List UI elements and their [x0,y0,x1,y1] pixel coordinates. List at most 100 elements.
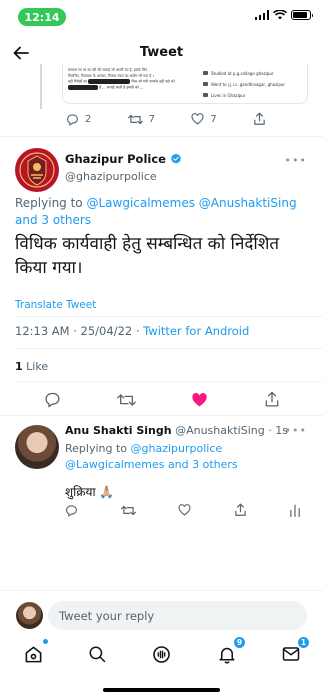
likes-count: 1 [15,360,23,373]
quoted-media-preview[interactable]: सरकार सा पर सा परी की सलाई जो अपनी एंउ ह… [62,64,308,104]
share-button[interactable] [253,112,266,126]
reply-text: शुक्रिया 🙏🏼 [65,485,115,499]
reply-count: 2 [85,113,92,125]
reply-author-name[interactable]: Anu Shakti Singh [65,424,172,437]
reply-actions [65,503,301,517]
thread-line [40,64,42,109]
divider [0,415,323,416]
search-icon [89,646,106,663]
main-tweet-actions [44,391,280,408]
nav-messages[interactable]: 1 [278,636,310,667]
author-handle[interactable]: @ghazipurpolice [65,170,157,183]
likes-label: Like [22,360,49,373]
replying-to-prefix: Replying to [15,196,87,210]
home-icon [25,646,41,662]
retweet-count: 7 [148,113,156,125]
quoted-line-part: मिक जो गयी जाकोर दही पद्दो को [131,79,175,84]
author-name-text: Ghazipur Police [65,152,166,166]
like-icon [192,392,208,406]
signal-icon [254,10,269,20]
nav-notifications[interactable]: 9 [214,636,246,667]
nav-spaces[interactable] [148,641,174,667]
share-button[interactable] [234,503,247,517]
reply-button[interactable] [44,391,61,408]
police-emblem-icon [16,149,58,191]
reply-button[interactable]: 2 [66,113,91,126]
page-title: Tweet [139,45,184,60]
profile-info-went: Went to j.j.i.c. gandhinagar, ghazipur [203,79,305,90]
replying-to: Replying to @Lawgicalmemes @AnushaktiSin… [15,195,313,229]
redaction-bar [88,79,131,85]
nav-search[interactable] [84,641,110,667]
reply-header: Anu Shakti Singh @AnushaktiSing · 1s [65,424,315,437]
retweet-button[interactable]: 7 [127,113,156,126]
reply-icon [67,113,78,125]
status-time: 12:14 [18,8,66,26]
avatar [16,602,43,629]
like-button-active[interactable] [191,392,208,408]
reply-input[interactable]: Tweet your reply [48,601,307,630]
reply-author-handle[interactable]: @AnushaktiSing · 1s [172,424,288,437]
redaction-bar [68,85,98,91]
share-icon [265,391,279,407]
quoted-profile-info: Studied at p.g.college ghazipur Went to … [203,68,305,101]
notifications-badge: 9 [233,636,246,649]
more-options-button[interactable]: ••• [285,424,307,437]
retweet-icon [116,393,136,406]
tweet-text: विधिक कार्यवाही हेतु सम्बन्धित को निर्दे… [15,234,280,278]
previous-tweet-actions: 2 7 7 [66,112,266,126]
share-button[interactable] [264,391,280,408]
replying-to: Replying to @ghazipurpolice @Lawgicalmem… [65,441,305,473]
verified-badge-icon [171,153,181,164]
divider [15,381,323,382]
home-indicator [103,688,220,692]
quoted-line-part: बड़ी गिरोहों का [68,79,88,84]
analytics-icon [290,504,300,517]
reply-button[interactable] [65,504,78,517]
battery-icon [291,10,313,20]
tweet-source-link[interactable]: Twitter for Android [143,324,249,338]
status-icons [254,10,313,20]
share-icon [234,503,246,516]
share-icon [254,112,265,125]
reply-icon [45,392,60,408]
divider [0,136,323,137]
like-button[interactable]: 7 [191,113,217,125]
nav-home[interactable] [20,639,48,667]
status-bar: 12:14 [0,0,323,34]
like-icon [178,504,191,516]
divider [15,348,323,349]
tweet-metadata: 12:13 AM · 25/04/22 · Twitter for Androi… [15,324,249,338]
analytics-button[interactable] [289,504,301,517]
quoted-line-part: है ... सभाई जाती है इसली को ... [99,85,144,90]
more-options-button[interactable]: ••• [285,154,307,167]
messages-icon [282,647,300,661]
profile-info-text: Lives in Ghazipur [211,93,246,98]
likes-summary[interactable]: 1 Like [15,360,48,373]
tweet-timestamp: 12:13 AM · 25/04/22 · [15,324,144,338]
spaces-icon [152,645,170,663]
divider [15,316,323,317]
bottom-nav: 9 1 [0,636,323,671]
profile-info-text: Studied at p.g.college ghazipur [211,71,274,76]
notifications-icon [219,647,235,664]
avatar[interactable] [15,148,59,192]
quoted-text: सरकार सा पर सा परी की सलाई जो अपनी एंउ ह… [68,68,196,91]
like-button[interactable] [178,504,191,516]
retweet-button[interactable] [116,392,136,408]
like-icon [191,113,204,125]
retweet-button[interactable] [120,504,136,517]
profile-info-studied: Studied at p.g.college ghazipur [203,68,305,79]
unread-dot [43,639,48,644]
retweet-icon [120,505,136,515]
retweet-icon [127,114,143,124]
profile-info-text: Went to j.j.i.c. gandhinagar, ghazipur [211,82,286,87]
author-name[interactable]: Ghazipur Police [65,152,182,166]
translate-tweet-link[interactable]: Translate Tweet [15,299,96,311]
avatar[interactable] [15,425,59,469]
divider [0,590,323,591]
messages-badge: 1 [297,636,310,649]
replying-to-prefix: Replying to [65,442,131,455]
quoted-line: है ... सभाई जाती है इसली को ... [68,85,196,91]
reply-icon [66,504,77,516]
